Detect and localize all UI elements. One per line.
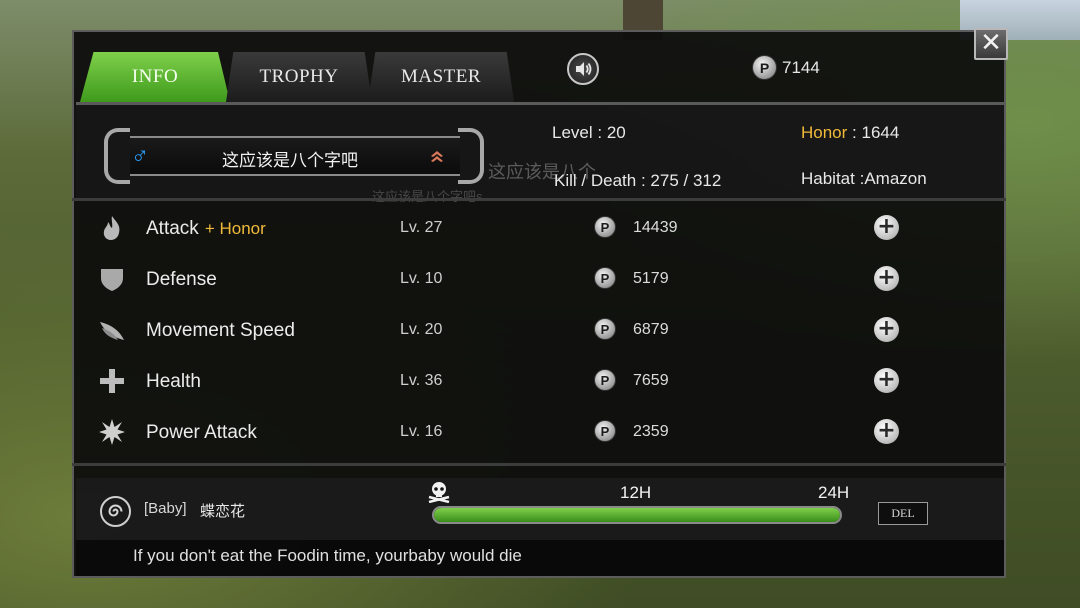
tab-trophy[interactable]: TROPHY [226, 52, 372, 102]
skill-cost: 7659 [633, 372, 669, 389]
skill-name: Attack [146, 218, 199, 239]
coin-icon: P [594, 216, 616, 238]
skill-name: Power Attack [146, 422, 257, 443]
timer-mark-24h: 24H [818, 483, 850, 502]
skill-level: Lv. 27 [400, 219, 443, 236]
baby-tag: [Baby] [144, 500, 187, 517]
flame-icon [103, 216, 120, 240]
skill-name: Health [146, 371, 201, 392]
coin-icon: P [594, 420, 616, 442]
upgrade-movement-speed-button[interactable]: + [874, 317, 899, 342]
honor-stat: Honor : 1644 [801, 123, 900, 142]
habitat-stat: Habitat :Amazon [801, 169, 927, 188]
coin-icon: P [752, 55, 777, 80]
close-button[interactable]: ✕ [974, 28, 1008, 60]
burst-icon [99, 419, 125, 445]
profile-divider [72, 198, 1006, 201]
shield-icon [101, 269, 123, 291]
tab-info[interactable]: INFO [80, 52, 230, 102]
skill-row-defense: Defense Lv. 10 P 5179 + [76, 253, 1004, 303]
wing-icon [100, 322, 124, 340]
skill-cost: 2359 [633, 423, 669, 440]
skill-level: Lv. 10 [400, 270, 443, 287]
baby-spiral-icon [100, 496, 131, 527]
skill-row-movement-speed: Movement Speed Lv. 20 P 6879 + [76, 304, 1004, 354]
male-icon: ♂ [131, 142, 149, 169]
skill-name: Defense [146, 269, 217, 290]
honor-bonus: + Honor [204, 219, 266, 238]
speaker-icon[interactable] [567, 53, 599, 85]
skull-crossbones-icon [428, 482, 450, 503]
skill-cost: 6879 [633, 321, 669, 338]
footer-message: If you don't eat the Foodin time, yourba… [133, 546, 522, 565]
skill-cost: 14439 [633, 219, 678, 236]
coin-icon: P [594, 318, 616, 340]
upgrade-attack-button[interactable]: + [874, 215, 899, 240]
coin-total: 7144 [782, 58, 820, 77]
baby-name: 蝶恋花 [200, 503, 246, 520]
kill-death-stat: Kill / Death : 275 / 312 [554, 171, 722, 190]
skill-level: Lv. 16 [400, 423, 443, 440]
skill-row-attack: Attack + Honor Lv. 27 P 14439 + [76, 202, 1004, 252]
skill-level: Lv. 20 [400, 321, 443, 338]
delete-baby-button[interactable]: DEL [878, 502, 928, 525]
level-stat: Level : 20 [552, 123, 626, 142]
timer-mark-12h: 12H [620, 483, 652, 502]
upgrade-health-button[interactable]: + [874, 368, 899, 393]
baby-hunger-bar [432, 506, 842, 524]
player-name: 这应该是八个字吧 [222, 151, 358, 170]
skill-row-health: Health Lv. 36 P 7659 + [76, 355, 1004, 405]
skill-level: Lv. 36 [400, 372, 443, 389]
baby-hunger-fill [434, 508, 840, 522]
rank-chevron-icon [431, 151, 443, 162]
upgrade-defense-button[interactable]: + [874, 266, 899, 291]
coin-icon: P [594, 369, 616, 391]
upgrade-power-attack-button[interactable]: + [874, 419, 899, 444]
cross-icon [100, 369, 124, 393]
skill-name: Movement Speed [146, 320, 295, 341]
coin-icon: P [594, 267, 616, 289]
tab-master[interactable]: MASTER [368, 52, 514, 102]
skill-cost: 5179 [633, 270, 669, 287]
skill-row-power-attack: Power Attack Lv. 16 P 2359 + [76, 406, 1004, 456]
skills-divider [72, 463, 1006, 466]
